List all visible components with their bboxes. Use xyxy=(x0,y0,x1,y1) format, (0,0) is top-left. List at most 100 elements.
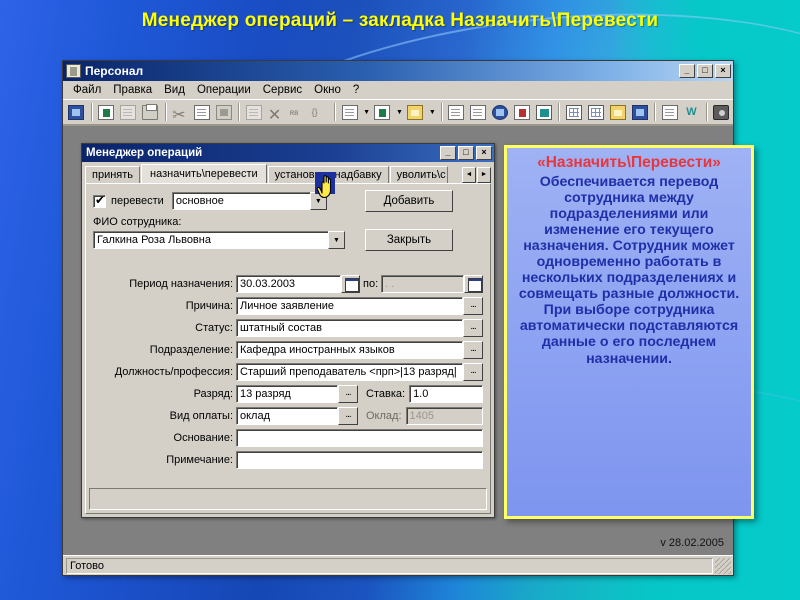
toolbar-button-clock[interactable] xyxy=(490,102,511,123)
tab-prinyat[interactable]: принять xyxy=(85,166,141,183)
yellow-note-icon xyxy=(407,104,424,120)
department-browse-button[interactable]: ... xyxy=(463,341,483,359)
note-input[interactable] xyxy=(236,451,483,469)
menu-item-edit[interactable]: Правка xyxy=(107,83,158,97)
tab-scroll-controls: ◄ ► xyxy=(462,167,491,183)
toolbar-button-word-export[interactable]: W xyxy=(681,102,702,123)
toolbar-button-check-doc[interactable] xyxy=(468,102,489,123)
position-input[interactable]: Старший преподаватель <прп>|13 разряд| xyxy=(236,363,463,381)
version-label: v 28.02.2005 xyxy=(660,537,724,549)
employee-value[interactable]: Галкина Роза Львовна xyxy=(93,231,328,249)
callout-box: «Назначить\Перевести» Обеспечивается пер… xyxy=(504,145,754,519)
toolbar-button-braces[interactable]: {} xyxy=(309,102,330,123)
position-browse-button[interactable]: ... xyxy=(463,363,483,381)
toolbar-button-copy[interactable] xyxy=(192,102,213,123)
toolbar-button-screenshot[interactable] xyxy=(711,102,732,123)
toolbar-dropdown-green-doc[interactable]: ▼ xyxy=(394,102,405,123)
child-titlebar: Менеджер операций _ □ × xyxy=(82,144,494,162)
app-icon xyxy=(66,64,81,78)
toolbar-button-print[interactable] xyxy=(140,102,161,123)
child-minimize-button[interactable]: _ xyxy=(440,146,456,160)
row-period: Период назначения: 30.03.2003 по: . . xyxy=(93,275,483,293)
database-icon xyxy=(68,104,85,120)
row-reason: Причина: Личное заявление ... xyxy=(93,297,483,315)
pay-type-label: Вид оплаты: xyxy=(169,410,233,422)
reason-input[interactable]: Личное заявление xyxy=(236,297,463,315)
tab-uvolit[interactable]: уволить\с xyxy=(389,166,448,183)
close-button[interactable]: × xyxy=(715,64,731,78)
grade-input[interactable]: 13 разряд xyxy=(236,385,338,403)
toolbar-button-blue-doc[interactable] xyxy=(534,102,555,123)
period-from-input[interactable]: 30.03.2003 xyxy=(236,275,341,293)
menu-item-file[interactable]: Файл xyxy=(67,83,107,97)
menu-item-help[interactable]: ? xyxy=(347,83,365,97)
toolbar-button-report[interactable] xyxy=(446,102,467,123)
toolbar-button-delete[interactable]: ✕ xyxy=(265,102,286,124)
child-maximize-button[interactable]: □ xyxy=(458,146,474,160)
toolbar-button-properties[interactable] xyxy=(629,102,650,123)
row-grade-rate: Разряд: 13 разряд ... Ставка: 1.0 xyxy=(93,385,483,403)
basis-input[interactable] xyxy=(236,429,483,447)
toolbar-button-cut[interactable]: ✂ xyxy=(170,102,191,124)
salary-input: 1405 xyxy=(405,407,483,425)
toolbar-dropdown-new-record[interactable]: ▼ xyxy=(361,102,372,123)
reason-browse-button[interactable]: ... xyxy=(463,297,483,315)
tab-naznachit-perevesti[interactable]: назначить\перевести xyxy=(141,164,267,183)
toolbar-button-green-doc[interactable] xyxy=(372,102,393,123)
tab-scroll-right-button[interactable]: ► xyxy=(477,167,491,183)
department-input[interactable]: Кафедра иностранных языков xyxy=(236,341,463,359)
grade-browse-button[interactable]: ... xyxy=(338,385,358,403)
toolbar-button-export-doc[interactable] xyxy=(659,102,680,123)
toolbar-button-new-record[interactable] xyxy=(339,102,360,123)
calendar-icon-from[interactable] xyxy=(341,275,360,293)
menu-item-operations[interactable]: Операции xyxy=(191,83,257,97)
calendar-icon-to[interactable] xyxy=(464,275,483,293)
pay-type-input[interactable]: оклад xyxy=(236,407,338,425)
toolbar-button-paste[interactable] xyxy=(214,102,235,123)
toolbar-button-save-as[interactable] xyxy=(118,102,139,123)
tab-ustanovit-nadbavku[interactable]: установить надбавку xyxy=(267,166,389,183)
department-label: Подразделение: xyxy=(149,344,233,356)
chevron-down-icon[interactable]: ▼ xyxy=(309,192,327,210)
child-close-button[interactable]: × xyxy=(476,146,492,160)
employee-combo[interactable]: Галкина Роза Львовна ▼ xyxy=(93,231,345,249)
row-basis: Основание: xyxy=(93,429,483,447)
maximize-button[interactable]: □ xyxy=(697,64,713,78)
menu-item-window[interactable]: Окно xyxy=(308,83,347,97)
menu-item-view[interactable]: Вид xyxy=(158,83,191,97)
toolbar-dropdown-yellow-doc[interactable]: ▼ xyxy=(427,102,438,123)
rate-input[interactable]: 1.0 xyxy=(409,385,483,403)
period-to-input[interactable]: . . xyxy=(381,275,464,293)
chevron-down-icon[interactable]: ▼ xyxy=(328,231,345,249)
toolbar-separator xyxy=(440,103,443,121)
toolbar-button-red-doc[interactable] xyxy=(512,102,533,123)
save-as-icon xyxy=(120,104,137,120)
transfer-checkbox[interactable] xyxy=(93,193,106,208)
resize-grip-icon[interactable] xyxy=(715,557,731,574)
toolbar-button-yellow-doc[interactable] xyxy=(405,102,426,123)
toolbar-button-refresh[interactable] xyxy=(243,102,264,123)
salary-label: Оклад: xyxy=(366,410,402,422)
toolbar-button-table[interactable] xyxy=(563,102,584,123)
child-window-controls: _ □ × xyxy=(440,146,492,160)
assignment-type-combo[interactable]: основное ▼ xyxy=(171,192,327,210)
assignment-type-value[interactable]: основное xyxy=(171,192,310,210)
toolbar-button-open-db[interactable] xyxy=(66,102,87,123)
reason-label: Причина: xyxy=(185,300,233,312)
status-browse-button[interactable]: ... xyxy=(463,319,483,337)
pay-type-browse-button[interactable]: ... xyxy=(338,407,358,425)
toolbar-button-save[interactable] xyxy=(96,102,117,123)
minimize-button[interactable]: _ xyxy=(679,64,695,78)
braces-icon: {} xyxy=(311,106,318,117)
close-form-button[interactable]: Закрыть xyxy=(365,229,453,251)
add-button[interactable]: Добавить xyxy=(365,190,453,212)
toolbar-button-open-folder[interactable] xyxy=(607,102,628,123)
status-input[interactable]: штатный состав xyxy=(236,319,463,337)
new-record-icon xyxy=(341,104,358,120)
menu-item-service[interactable]: Сервис xyxy=(257,83,308,97)
toolbar-button-calendar[interactable] xyxy=(585,102,606,123)
toolbar-button-abc[interactable]: ʀʙ xyxy=(287,102,308,123)
callout-heading: «Назначить\Перевести» xyxy=(537,154,721,171)
tab-scroll-left-button[interactable]: ◄ xyxy=(462,167,476,183)
status-label: Статус: xyxy=(195,322,233,334)
